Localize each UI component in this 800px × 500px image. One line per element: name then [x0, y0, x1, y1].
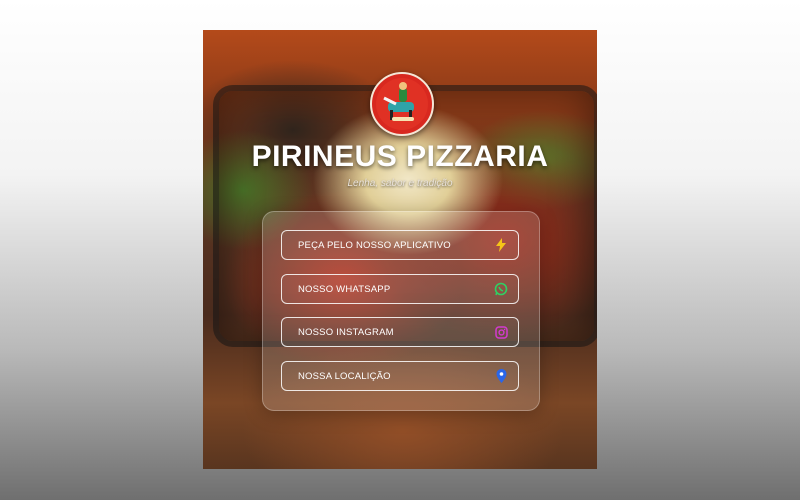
instagram-icon [494, 325, 508, 339]
order-app-button[interactable]: PEÇA PELO NOSSO APLICATIVO [281, 230, 519, 260]
whatsapp-button[interactable]: NOSSO WHATSAPP [281, 274, 519, 304]
instagram-button[interactable]: NOSSO INSTAGRAM [281, 317, 519, 347]
instagram-label: NOSSO INSTAGRAM [298, 326, 394, 338]
tagline: Lenha, sabor e tradição [347, 178, 453, 189]
location-label: NOSSA LOCALIÇÃO [298, 370, 391, 382]
location-pin-icon [494, 369, 508, 383]
location-button[interactable]: NOSSA LOCALIÇÃO [281, 361, 519, 391]
whatsapp-icon [494, 282, 508, 296]
links-panel: PEÇA PELO NOSSO APLICATIVO NOSSO WHATSAP… [262, 211, 540, 411]
pizzeria-logo [370, 72, 434, 136]
page-title: PIRINEUS PIZZARIA [251, 140, 549, 173]
whatsapp-label: NOSSO WHATSAPP [298, 283, 391, 295]
lightning-icon [494, 238, 508, 252]
order-app-label: PEÇA PELO NOSSO APLICATIVO [298, 239, 451, 251]
